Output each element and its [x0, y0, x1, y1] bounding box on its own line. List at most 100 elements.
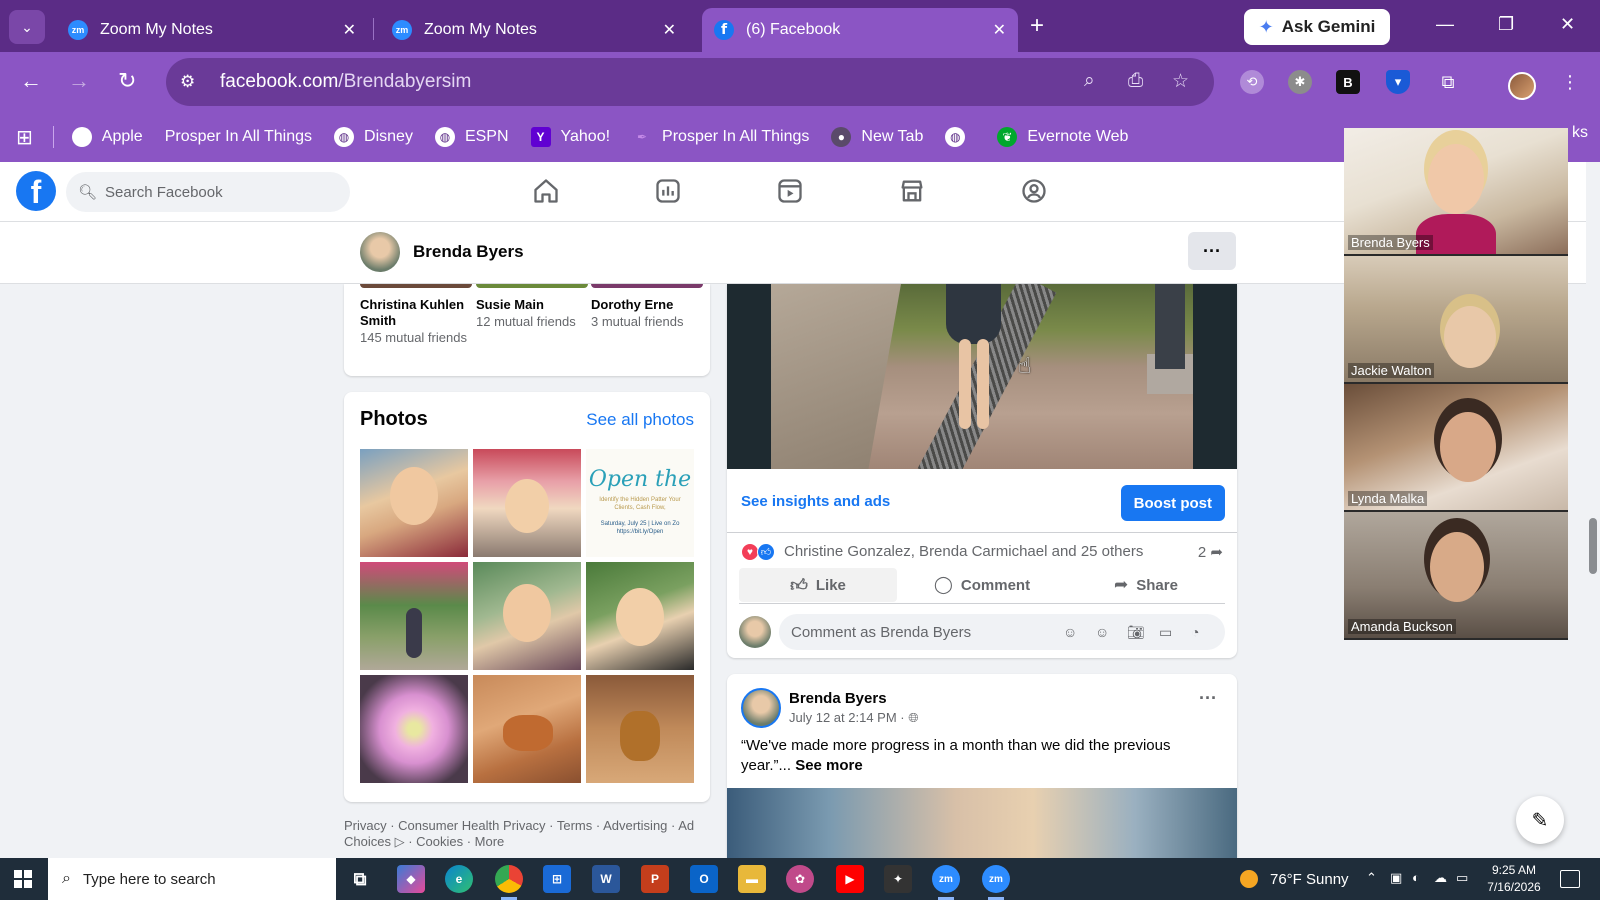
onedrive-cloud-icon[interactable]: ☁ — [1434, 870, 1447, 886]
post-more-icon[interactable]: ··· — [1199, 688, 1217, 709]
scrollbar-thumb[interactable] — [1589, 518, 1597, 574]
reaction-names[interactable]: Christine Gonzalez, Brenda Carmichael an… — [784, 543, 1143, 560]
meet-icon[interactable]: ▣ — [1390, 870, 1402, 886]
friend-name[interactable]: Susie Main — [476, 297, 588, 313]
bookmark-espn[interactable]: ◍ ESPN — [434, 127, 509, 147]
photo-thumbnail[interactable] — [360, 449, 468, 557]
close-icon[interactable]: ✕ — [663, 20, 676, 40]
bookmark-star-icon[interactable]: ☆ — [1172, 70, 1189, 93]
photo-thumbnail[interactable] — [360, 675, 468, 783]
professional-dashboard-icon[interactable] — [654, 177, 682, 205]
avatar[interactable] — [741, 688, 781, 728]
zoom-icon[interactable]: zm — [982, 865, 1010, 900]
photo-thumbnail[interactable] — [473, 562, 581, 670]
extension-shield-icon[interactable]: ▾ — [1386, 70, 1410, 94]
bookmark-yahoo[interactable]: Y Yahoo! — [530, 127, 610, 147]
new-message-button[interactable]: ✎ — [1516, 796, 1564, 844]
friend-name[interactable]: Christina Kuhlen Smith — [360, 297, 472, 329]
share-button[interactable]: ➦ Share — [1067, 568, 1225, 602]
back-arrow-icon[interactable]: ← — [20, 68, 42, 94]
page-scrollbar[interactable] — [1586, 162, 1600, 858]
close-icon[interactable]: ✕ — [343, 20, 356, 40]
word-icon[interactable]: W — [592, 865, 620, 893]
zoom-participant-tile[interactable]: Amanda Buckson — [1344, 512, 1568, 638]
emoji-icon[interactable]: ☺ — [1095, 624, 1109, 640]
friend-photo[interactable] — [591, 284, 703, 288]
tab-zoom-notes-1[interactable]: zm Zoom My Notes ✕ — [56, 8, 368, 52]
avatar[interactable] — [360, 232, 400, 272]
bookmark-prosper-1[interactable]: Prosper In All Things — [165, 128, 312, 146]
profile-avatar[interactable] — [1508, 72, 1536, 100]
bookmark-apple[interactable]: Apple — [71, 127, 143, 147]
facebook-logo-icon[interactable]: f — [16, 171, 56, 211]
post-timestamp[interactable]: July 12 at 2:14 PM · 🌐︎ — [789, 710, 919, 726]
avatar-sticker-icon[interactable]: ☺ — [1063, 624, 1077, 640]
reload-icon[interactable]: ↻ — [118, 68, 136, 94]
friend-name[interactable]: Dorothy Erne — [591, 297, 703, 313]
outlook-icon[interactable]: O — [690, 865, 718, 893]
file-explorer-icon[interactable]: ▬ — [738, 865, 766, 893]
window-close-icon[interactable]: ✕ — [1560, 14, 1575, 35]
friend-item[interactable]: Dorothy Erne 3 mutual friends — [591, 284, 703, 330]
camera-icon[interactable]: 📷︎ — [1127, 624, 1145, 641]
forward-arrow-icon[interactable]: → — [68, 68, 90, 94]
close-icon[interactable]: ✕ — [993, 20, 1006, 40]
zoom-participant-tile[interactable]: Jackie Walton — [1344, 256, 1568, 382]
tab-search-dropdown-icon[interactable]: ⌄ — [9, 10, 45, 44]
zoom-icon[interactable]: zm — [932, 865, 960, 900]
new-tab-plus-icon[interactable]: + — [1030, 12, 1044, 40]
photo-thumbnail[interactable] — [586, 675, 694, 783]
notification-icon[interactable] — [1560, 870, 1580, 888]
see-more-link[interactable]: See more — [795, 757, 863, 774]
zoom-participant-tile[interactable]: Lynda Malka — [1344, 384, 1568, 510]
bookmark-prosper-2[interactable]: ✒ Prosper In All Things — [632, 127, 809, 147]
app-icon[interactable]: ✦ — [884, 865, 912, 893]
url-text[interactable]: facebook.com/Brendabyersim — [220, 71, 471, 93]
photo-thumbnail[interactable] — [360, 562, 468, 670]
bookmark-disney[interactable]: ◍ Disney — [334, 127, 413, 147]
windows-start-icon[interactable] — [14, 870, 32, 888]
restore-icon[interactable]: ❐ — [1498, 14, 1514, 35]
friend-photo[interactable] — [360, 284, 472, 288]
marketplace-icon[interactable] — [898, 177, 926, 205]
bookmark-new-tab[interactable]: ● New Tab — [831, 127, 923, 147]
post-image[interactable] — [771, 284, 1193, 469]
boost-post-button[interactable]: Boost post — [1120, 485, 1225, 521]
apps-grid-icon[interactable]: ⊞ — [16, 125, 33, 150]
zoom-magnifier-icon[interactable]: ⌕ — [1084, 70, 1095, 92]
photo-thumbnail[interactable] — [473, 675, 581, 783]
event-flyer-thumbnail[interactable]: Open the Identify the Hidden Patter Your… — [586, 449, 694, 557]
powerpoint-icon[interactable]: P — [641, 865, 669, 893]
youtube-icon[interactable]: ▶ — [836, 865, 864, 893]
edge-icon[interactable]: e — [445, 865, 473, 893]
network-icon[interactable]: ◐ — [1412, 870, 1420, 885]
taskbar-search-input[interactable]: ⌕ Type here to search — [48, 858, 336, 900]
avatar[interactable] — [739, 616, 771, 648]
post-image[interactable] — [727, 788, 1237, 864]
chrome-menu-icon[interactable]: ⋮ — [1558, 70, 1582, 94]
facebook-search-input[interactable]: 🔍︎ Search Facebook — [66, 172, 350, 212]
gif-icon[interactable]: ▭ — [1159, 624, 1172, 641]
extensions-puzzle-icon[interactable]: ⧉ — [1436, 70, 1460, 94]
post-author[interactable]: Brenda Byers — [789, 690, 887, 707]
bookmark-globe[interactable]: ◍ — [945, 127, 975, 147]
sticker-icon[interactable]: ◔ — [1191, 624, 1199, 640]
photo-thumbnail[interactable] — [473, 449, 581, 557]
ask-gemini-button[interactable]: ✦ Ask Gemini — [1244, 9, 1390, 45]
clock[interactable]: 9:25 AM 7/16/2026 — [1484, 862, 1544, 896]
address-bar[interactable]: ⚙ facebook.com/Brendabyersim ⌕ ⎙ ☆ — [166, 58, 1214, 106]
chevron-up-icon[interactable]: ⌃ — [1366, 870, 1377, 886]
like-button[interactable]: 👍︎ Like — [739, 568, 897, 602]
extension-puzzle-color-icon[interactable]: ✱ — [1288, 70, 1312, 94]
copilot-icon[interactable]: ◆ — [397, 865, 425, 893]
footer-links[interactable]: Privacy · Consumer Health Privacy · Term… — [344, 818, 710, 850]
profile-name[interactable]: Brenda Byers — [413, 242, 524, 262]
extension-share-icon[interactable]: ⟲ — [1240, 70, 1264, 94]
post-photo[interactable] — [727, 284, 1237, 469]
share-count[interactable]: 2 ➦ — [1198, 543, 1223, 561]
bookmark-overflow[interactable]: ks — [1572, 124, 1588, 142]
friend-item[interactable]: Susie Main 12 mutual friends — [476, 284, 588, 330]
tab-zoom-notes-2[interactable]: zm Zoom My Notes ✕ — [380, 8, 688, 52]
minimize-icon[interactable]: — — [1436, 14, 1454, 35]
video-icon[interactable] — [776, 177, 804, 205]
